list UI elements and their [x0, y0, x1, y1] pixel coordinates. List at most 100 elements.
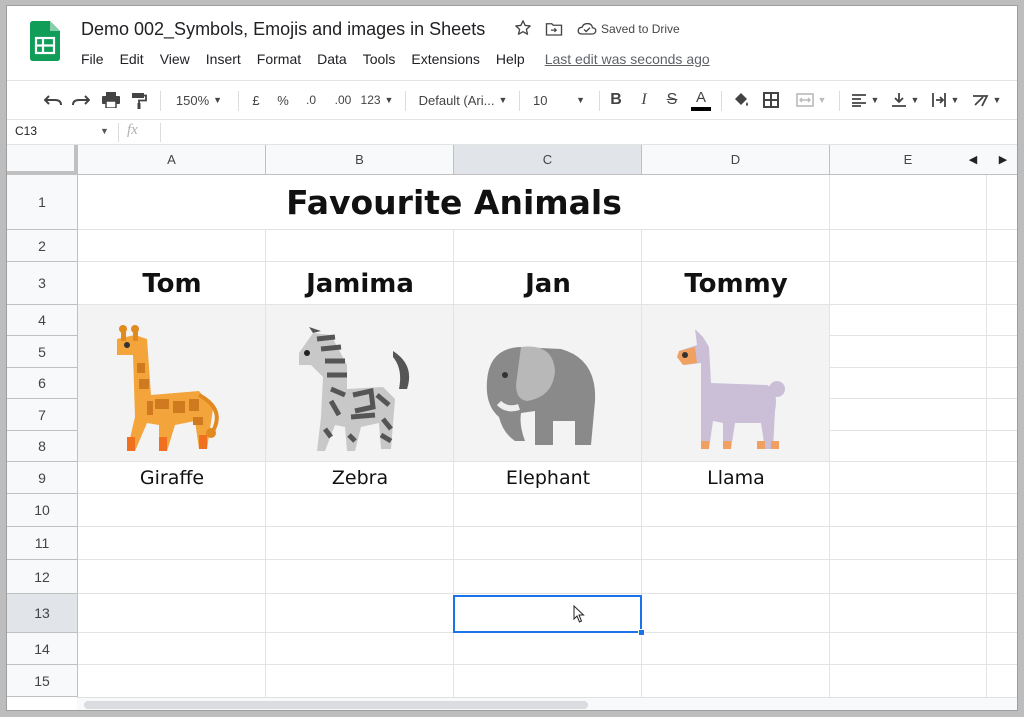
- menu-file[interactable]: File: [81, 51, 104, 67]
- row-header-4[interactable]: 4: [7, 305, 78, 336]
- sheets-logo-icon[interactable]: [30, 21, 60, 61]
- text-wrapping-icon[interactable]: ▼: [927, 81, 963, 119]
- giraffe-icon[interactable]: [103, 325, 233, 453]
- animal-label[interactable]: Giraffe: [78, 462, 266, 494]
- increase-decimal-button[interactable]: .00: [329, 81, 357, 119]
- grid-line: [829, 335, 1017, 336]
- currency-format-button[interactable]: £: [245, 81, 267, 119]
- menu-data[interactable]: Data: [317, 51, 347, 67]
- row-header-8[interactable]: 8: [7, 431, 78, 462]
- row-header-13[interactable]: 13: [7, 594, 78, 633]
- fill-color-icon[interactable]: [729, 81, 753, 119]
- row-header-11[interactable]: 11: [7, 527, 78, 560]
- mouse-cursor-icon: [573, 605, 585, 623]
- italic-button[interactable]: I: [633, 81, 655, 119]
- row-header-10[interactable]: 10: [7, 494, 78, 527]
- text-rotation-icon[interactable]: ▼: [967, 81, 1005, 119]
- name-box[interactable]: C13: [15, 124, 37, 138]
- menu-bar: File Edit View Insert Format Data Tools …: [81, 49, 710, 69]
- grid-line: [829, 398, 1017, 399]
- borders-icon[interactable]: [759, 81, 783, 119]
- row-header-14[interactable]: 14: [7, 633, 78, 665]
- text-color-swatch: [691, 106, 711, 111]
- chevron-down-icon: ▼: [910, 95, 920, 105]
- increase-decimal-label: .00: [334, 93, 352, 107]
- font-size-select[interactable]: 10 ▼: [527, 81, 591, 119]
- fx-icon: fx: [127, 122, 138, 138]
- font-value: Default (Ari...: [418, 92, 495, 108]
- row-header-7[interactable]: 7: [7, 399, 78, 431]
- column-header-c[interactable]: C: [454, 145, 642, 175]
- horizontal-scrollbar[interactable]: [77, 697, 1017, 710]
- elephant-icon[interactable]: [479, 341, 605, 447]
- document-title[interactable]: Demo 002_Symbols, Emojis and images in S…: [81, 19, 485, 40]
- column-header-a[interactable]: A: [78, 145, 266, 175]
- person-name[interactable]: Jamima: [266, 262, 454, 305]
- paint-format-icon[interactable]: [127, 81, 151, 119]
- person-name[interactable]: Tommy: [642, 262, 830, 305]
- menu-help[interactable]: Help: [496, 51, 525, 67]
- formula-input[interactable]: [167, 123, 1007, 142]
- scrollbar-thumb[interactable]: [84, 701, 588, 709]
- menu-format[interactable]: Format: [257, 51, 301, 67]
- redo-icon[interactable]: [69, 81, 93, 119]
- llama-icon[interactable]: [671, 327, 795, 453]
- menu-insert[interactable]: Insert: [206, 51, 241, 67]
- row-header-2[interactable]: 2: [7, 230, 78, 262]
- sheet-title[interactable]: Favourite Animals: [78, 175, 830, 230]
- chevron-down-icon[interactable]: ▼: [100, 126, 109, 136]
- toolbar-separator: [160, 91, 161, 111]
- animal-label[interactable]: Zebra: [266, 462, 454, 494]
- move-folder-icon[interactable]: [545, 21, 563, 37]
- row-header-6[interactable]: 6: [7, 368, 78, 399]
- zoom-select[interactable]: 150% ▼: [169, 81, 229, 119]
- animal-label[interactable]: Elephant: [454, 462, 642, 494]
- star-icon[interactable]: [514, 19, 532, 37]
- percent-format-button[interactable]: %: [272, 81, 294, 119]
- chevron-down-icon: ▼: [950, 95, 960, 105]
- currency-label: £: [252, 92, 260, 108]
- row-header-1[interactable]: 1: [7, 175, 78, 230]
- bold-button[interactable]: B: [605, 81, 627, 119]
- column-header-b[interactable]: B: [266, 145, 454, 175]
- chevron-down-icon: ▼: [992, 95, 1002, 105]
- font-select[interactable]: Default (Ari... ▼: [415, 81, 511, 119]
- horizontal-align-icon[interactable]: ▼: [847, 81, 883, 119]
- grid-line: [829, 430, 1017, 431]
- row-header-12[interactable]: 12: [7, 560, 78, 594]
- last-edit-link[interactable]: Last edit was seconds ago: [545, 51, 710, 67]
- cloud-saved-icon[interactable]: [577, 22, 597, 36]
- select-all-corner[interactable]: [7, 145, 78, 175]
- decrease-decimal-button[interactable]: .0: [299, 81, 323, 119]
- undo-icon[interactable]: [41, 81, 65, 119]
- italic-label: I: [641, 91, 647, 108]
- print-icon[interactable]: [99, 81, 123, 119]
- row-header-9[interactable]: 9: [7, 462, 78, 494]
- scroll-right-icon[interactable]: ▶: [999, 153, 1007, 166]
- menu-view[interactable]: View: [160, 51, 190, 67]
- column-header-d[interactable]: D: [642, 145, 830, 175]
- text-color-button[interactable]: A: [689, 81, 713, 119]
- merge-cells-icon[interactable]: ▼: [791, 81, 831, 119]
- row-header-15[interactable]: 15: [7, 665, 78, 697]
- scroll-left-icon[interactable]: ◀: [969, 153, 977, 166]
- more-formats-button[interactable]: 123 ▼: [359, 81, 395, 119]
- chevron-down-icon: ▼: [576, 95, 585, 105]
- zebra-icon[interactable]: [291, 325, 421, 453]
- row-header-3[interactable]: 3: [7, 262, 78, 305]
- menu-extensions[interactable]: Extensions: [411, 51, 479, 67]
- grid-line: [829, 175, 830, 697]
- toolbar-separator: [599, 91, 600, 111]
- row-header-5[interactable]: 5: [7, 336, 78, 368]
- menu-tools[interactable]: Tools: [363, 51, 396, 67]
- person-name[interactable]: Jan: [454, 262, 642, 305]
- bold-label: B: [610, 91, 622, 108]
- person-name[interactable]: Tom: [78, 262, 266, 305]
- selected-cell[interactable]: [453, 595, 642, 633]
- strikethrough-button[interactable]: S: [661, 81, 683, 119]
- fill-handle[interactable]: [638, 629, 645, 636]
- animal-label[interactable]: Llama: [642, 462, 830, 494]
- menu-edit[interactable]: Edit: [120, 51, 144, 67]
- vertical-align-icon[interactable]: ▼: [887, 81, 923, 119]
- toolbar-separator: [839, 91, 840, 111]
